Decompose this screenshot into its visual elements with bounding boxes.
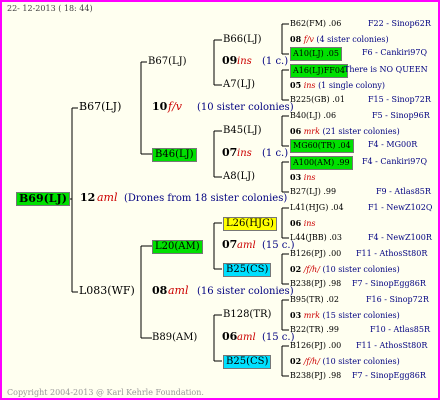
gen4-row: 03 ins xyxy=(290,172,316,182)
gen4-row: B126(PJ) .00 xyxy=(290,249,342,258)
gen4-ref: F10 - Atlas85R xyxy=(370,325,431,334)
gen1-dam-id[interactable]: L083(WF) xyxy=(79,285,135,297)
gen3-b2-id[interactable]: A8(LJ) xyxy=(223,171,255,183)
gen4-row: A16(LJ)FF04 xyxy=(290,64,349,78)
gen2-d-year: 06 xyxy=(222,330,238,343)
gen1-dam-note: (16 sister colonies) xyxy=(197,286,294,297)
gen4-ref: F9 - Atlas85R xyxy=(376,187,431,196)
gen4-row: A100(AM) .99 xyxy=(290,156,353,170)
gen4-ref: F6 - Cankiri97Q xyxy=(362,48,427,57)
gen2-b-note: (1 c.) xyxy=(262,148,289,159)
gen1-sire-note: (10 sister colonies) xyxy=(197,102,294,113)
gen4-row: B238(PJ) .98 xyxy=(290,371,342,380)
gen2-c-year: 07 xyxy=(222,238,238,251)
gen2-a-year: 09 xyxy=(222,54,238,67)
gen4-ref: F5 - Sinop96R xyxy=(372,111,430,120)
gen2-b-id[interactable]: B46(LJ) xyxy=(152,148,197,162)
gen2-a-note: (1 c.) xyxy=(262,56,289,67)
gen4-row: 06 ins xyxy=(290,218,316,228)
gen1-sire-year: 10 xyxy=(152,100,168,113)
root-mating: aml xyxy=(97,191,118,204)
gen3-a1-id[interactable]: B66(LJ) xyxy=(223,34,262,46)
gen4-ref: F15 - Sinop72R xyxy=(368,95,431,104)
gen4-ref: F4 - MG00R xyxy=(368,140,418,149)
gen2-d-id[interactable]: B89(AM) xyxy=(152,332,197,344)
gen4-row: B27(LJ) .99 xyxy=(290,187,337,196)
gen2-b-year: 07 xyxy=(222,146,238,159)
gen4-ref: F4 - Cankiri97Q xyxy=(362,157,427,166)
root-note: (Drones from 18 sister colonies) xyxy=(124,193,288,204)
gen2-a-mating: ins xyxy=(237,56,252,67)
gen1-dam-mating: aml xyxy=(168,284,189,297)
gen3-c1-id[interactable]: L26(HJG) xyxy=(223,217,277,231)
gen2-d-mating: aml xyxy=(237,332,256,343)
gen4-row: B238(PJ) .98 xyxy=(290,279,342,288)
gen4-row: 03 mrk (15 sister colonies) xyxy=(290,310,400,320)
gen3-c2-id[interactable]: B25(CS) xyxy=(223,263,272,277)
gen4-row: A10(LJ) .05 xyxy=(290,47,342,61)
gen2-b-mating: ins xyxy=(237,148,252,159)
gen4-row: 02 /f/h/ (10 sister colonies) xyxy=(290,264,400,274)
gen4-row: B95(TR) .02 xyxy=(290,295,339,304)
gen4-ref: F7 - SinopEgg86R xyxy=(352,279,426,288)
gen3-d2-id[interactable]: B25(CS) xyxy=(223,355,272,369)
gen4-ref: F7 - SinopEgg86R xyxy=(352,371,426,380)
gen4-row: 08 f/v (4 sister colonies) xyxy=(290,34,389,44)
gen4-row: B225(GB) .01 xyxy=(290,95,345,104)
gen4-row: B126(PJ) .00 xyxy=(290,341,342,350)
gen3-d1-id[interactable]: B128(TR) xyxy=(223,309,271,321)
gen4-ref: There is NO QUEEN xyxy=(344,65,428,74)
root-year: 12 xyxy=(80,191,96,204)
gen3-a2-id[interactable]: A7(LJ) xyxy=(223,79,255,91)
gen4-row: 05 ins (1 single colony) xyxy=(290,80,386,90)
gen4-ref: F1 - NewZ102Q xyxy=(368,203,433,212)
gen4-row: L44(JBB) .03 xyxy=(290,233,342,242)
gen4-ref: F11 - AthosSt80R xyxy=(356,249,428,258)
gen4-row: B62(FM) .06 xyxy=(290,19,342,28)
gen4-ref: F22 - Sinop62R xyxy=(368,19,431,28)
gen4-row: 06 mrk (21 sister colonies) xyxy=(290,126,400,136)
root-queen-id[interactable]: B69(LJ) xyxy=(16,192,70,206)
gen2-c-mating: aml xyxy=(237,240,256,251)
gen4-row: B40(LJ) .06 xyxy=(290,111,337,120)
header-date: 22- 12-2013 ( 18: 44) xyxy=(7,4,93,13)
gen2-a-id[interactable]: B67(LJ) xyxy=(148,56,187,68)
gen4-row: 02 /f/h/ (10 sister colonies) xyxy=(290,356,400,366)
gen1-sire-id[interactable]: B67(LJ) xyxy=(79,101,121,113)
gen1-sire-mating: f/v xyxy=(168,100,182,113)
gen4-row: B22(TR) .99 xyxy=(290,325,339,334)
gen3-b1-id[interactable]: B45(LJ) xyxy=(223,125,262,137)
gen1-dam-year: 08 xyxy=(152,284,168,297)
footer-copyright: Copyright 2004-2013 @ Karl Kehrle Founda… xyxy=(7,388,204,397)
gen4-ref: F11 - AthosSt80R xyxy=(356,341,428,350)
gen4-row: MG60(TR) .04 xyxy=(290,139,354,153)
gen2-c-id[interactable]: L20(AM) xyxy=(152,240,203,254)
gen4-ref: F16 - Sinop72R xyxy=(366,295,429,304)
gen4-ref: F4 - NewZ100R xyxy=(368,233,432,242)
gen4-row: L41(HJG) .04 xyxy=(290,203,344,212)
